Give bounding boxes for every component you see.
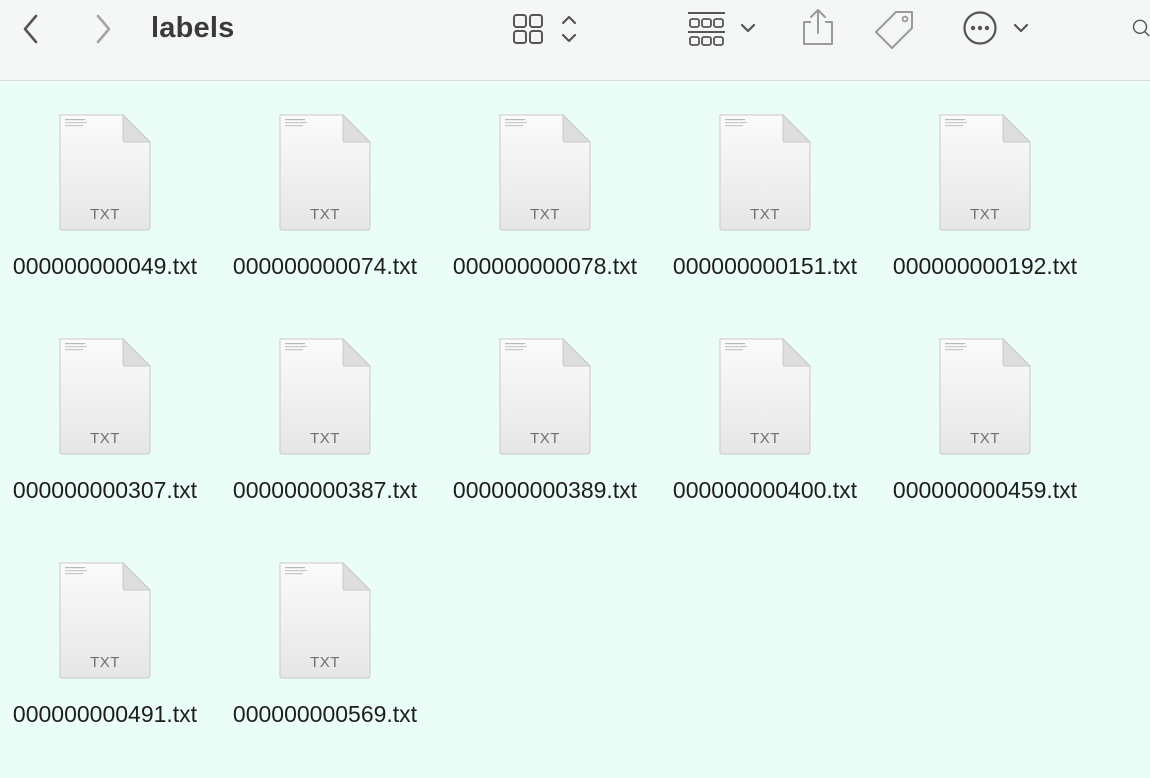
file-name[interactable]: 000000000078.txt: [442, 250, 648, 282]
txt-file-icon[interactable]: TXT: [717, 336, 813, 457]
txt-file-icon[interactable]: TXT: [277, 336, 373, 457]
txt-file-icon[interactable]: TXT: [717, 112, 813, 233]
share-icon: [803, 9, 833, 45]
file-grid: TXT 000000000049.txt TXT 000000000074.txt TX…: [0, 82, 1150, 778]
toolbar: labels: [0, 0, 1150, 81]
tag-icon: [875, 11, 913, 49]
group-button[interactable]: [684, 8, 764, 48]
file-name[interactable]: 000000000389.txt: [442, 474, 648, 506]
search-icon: [1132, 19, 1150, 37]
forward-button[interactable]: [86, 12, 120, 46]
file-item[interactable]: TXT 000000000078.txt: [440, 82, 660, 306]
finder-window: labels TXT 000000000049.txt TXT 00000000…: [0, 0, 1150, 778]
file-item[interactable]: TXT 000000000151.txt: [660, 82, 880, 306]
file-type-label: TXT: [90, 654, 120, 671]
file-name[interactable]: 000000000569.txt: [222, 698, 428, 730]
group-by-icon: [688, 12, 756, 46]
file-name[interactable]: 000000000151.txt: [662, 250, 868, 282]
file-name[interactable]: 000000000459.txt: [882, 474, 1088, 506]
file-item[interactable]: TXT 000000000074.txt: [220, 82, 440, 306]
txt-file-icon[interactable]: TXT: [57, 112, 153, 233]
file-item[interactable]: TXT 000000000389.txt: [440, 306, 660, 530]
file-item[interactable]: TXT 000000000049.txt: [0, 82, 220, 306]
txt-file-icon[interactable]: TXT: [277, 560, 373, 681]
file-type-label: TXT: [750, 206, 780, 223]
txt-file-icon[interactable]: TXT: [497, 112, 593, 233]
txt-file-icon[interactable]: TXT: [57, 336, 153, 457]
file-name[interactable]: 000000000387.txt: [222, 474, 428, 506]
file-type-label: TXT: [970, 430, 1000, 447]
back-button[interactable]: [14, 12, 48, 46]
file-type-label: TXT: [310, 654, 340, 671]
file-name[interactable]: 000000000074.txt: [222, 250, 428, 282]
txt-file-icon[interactable]: TXT: [57, 560, 153, 681]
file-item[interactable]: TXT 000000000459.txt: [880, 306, 1100, 530]
txt-file-icon[interactable]: TXT: [937, 112, 1033, 233]
file-item[interactable]: TXT 000000000491.txt: [0, 530, 220, 754]
file-item[interactable]: TXT 000000000307.txt: [0, 306, 220, 530]
chevron-left-icon: [23, 14, 38, 44]
txt-file-icon[interactable]: TXT: [937, 336, 1033, 457]
file-name[interactable]: 000000000192.txt: [882, 250, 1088, 282]
txt-file-icon[interactable]: TXT: [277, 112, 373, 233]
file-type-label: TXT: [530, 430, 560, 447]
file-name[interactable]: 000000000400.txt: [662, 474, 868, 506]
view-mode-button[interactable]: [508, 10, 584, 48]
chevron-right-icon: [96, 14, 111, 44]
search-button[interactable]: [1130, 10, 1150, 46]
file-item[interactable]: TXT 000000000192.txt: [880, 82, 1100, 306]
icon-grid-view-icon: [513, 14, 577, 44]
more-actions-button[interactable]: [960, 8, 1036, 48]
file-type-label: TXT: [90, 206, 120, 223]
file-type-label: TXT: [970, 206, 1000, 223]
file-type-label: TXT: [530, 206, 560, 223]
file-item[interactable]: TXT 000000000569.txt: [220, 530, 440, 754]
txt-file-icon[interactable]: TXT: [497, 336, 593, 457]
window-title: labels: [151, 12, 235, 44]
file-type-label: TXT: [310, 430, 340, 447]
share-button[interactable]: [798, 6, 838, 48]
file-type-label: TXT: [90, 430, 120, 447]
file-name[interactable]: 000000000307.txt: [2, 474, 208, 506]
ellipsis-circle-icon: [963, 11, 1029, 45]
file-type-label: TXT: [310, 206, 340, 223]
file-name[interactable]: 000000000491.txt: [2, 698, 208, 730]
file-item[interactable]: TXT 000000000387.txt: [220, 306, 440, 530]
tag-button[interactable]: [874, 8, 918, 50]
file-name[interactable]: 000000000049.txt: [2, 250, 208, 282]
file-item[interactable]: TXT 000000000400.txt: [660, 306, 880, 530]
file-type-label: TXT: [750, 430, 780, 447]
